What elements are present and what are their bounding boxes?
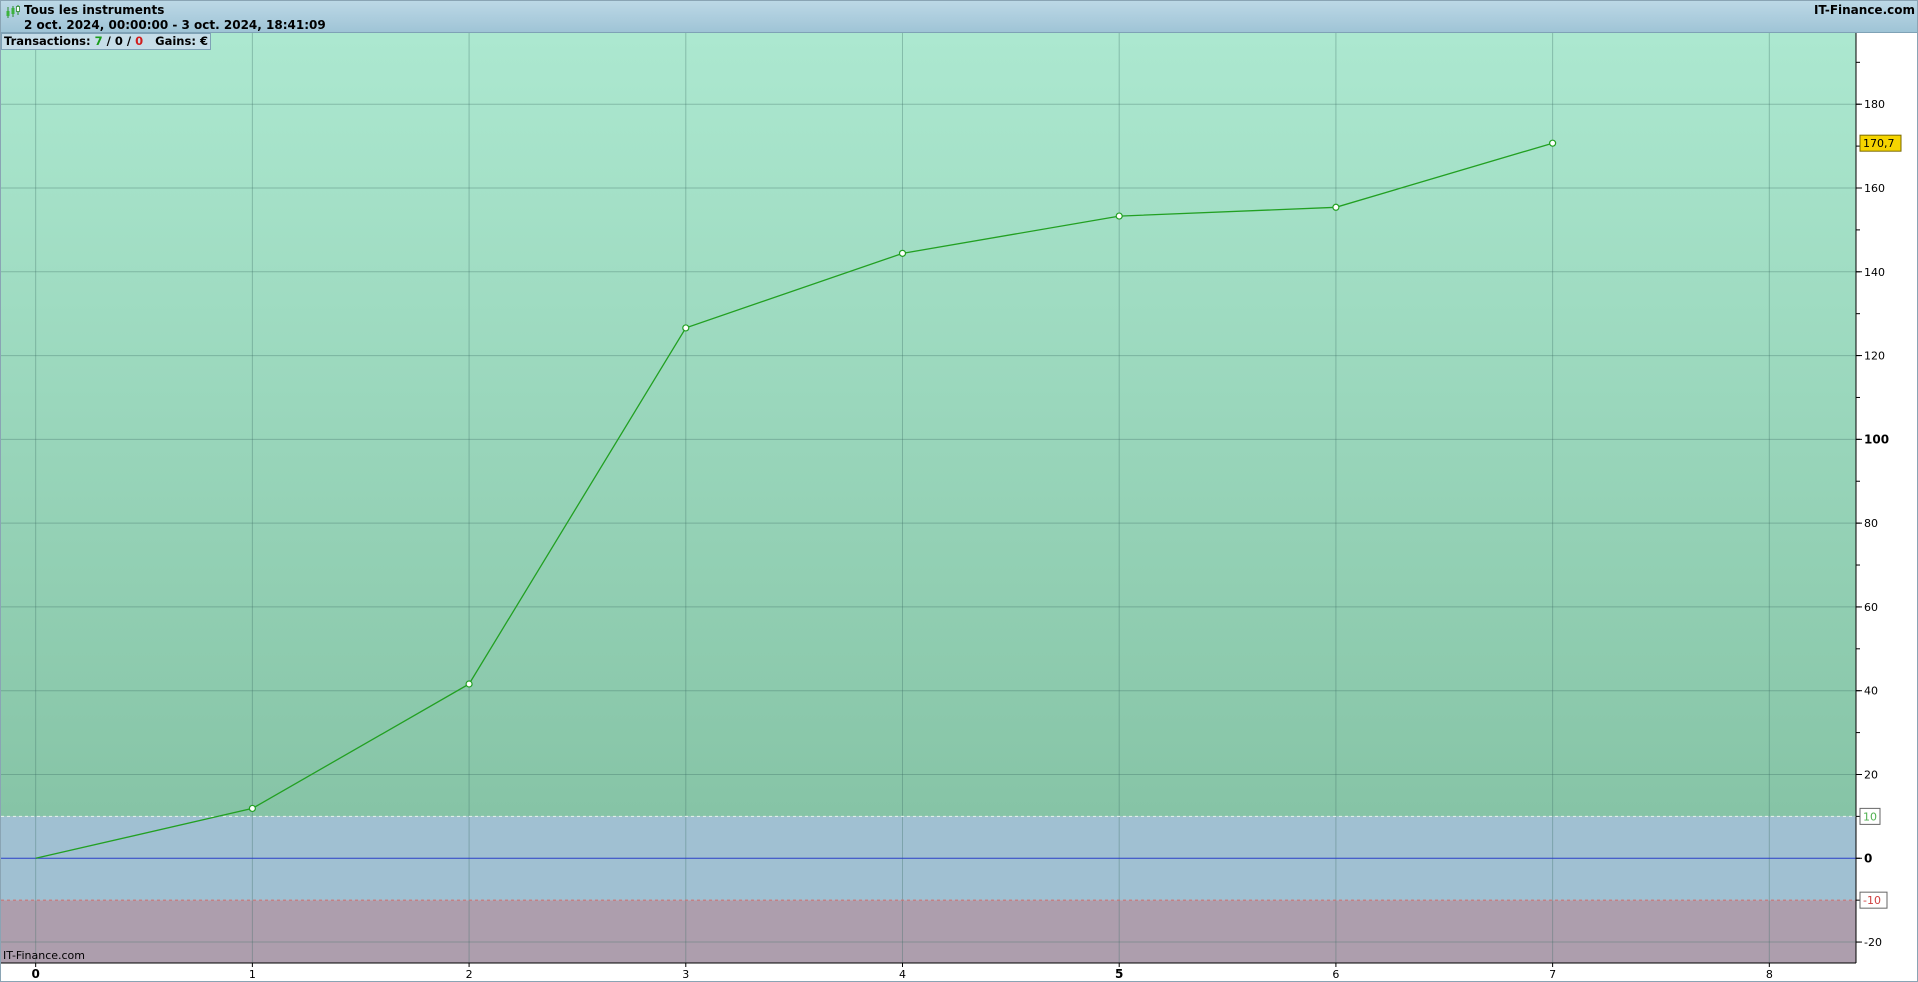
candlestick-chart-icon <box>6 5 20 18</box>
transactions-losing: 0 <box>135 34 144 48</box>
y-tick-label: 120 <box>1864 350 1885 363</box>
data-point <box>248 804 256 813</box>
data-point <box>1332 203 1340 211</box>
profit-zone <box>1 33 1856 817</box>
transactions-total: 7 <box>94 34 103 48</box>
footer-brand: IT-Finance.com <box>3 949 85 962</box>
y-tick-label: 40 <box>1864 685 1878 698</box>
y-tick-label: -20 <box>1864 936 1882 949</box>
x-tick-label: 6 <box>1332 968 1339 981</box>
data-point <box>1115 212 1123 220</box>
upper-threshold-badge-label: 10 <box>1863 810 1877 823</box>
x-tick-label: 3 <box>682 968 689 981</box>
gains-label: Gains: <box>155 34 196 48</box>
x-tick-label: 2 <box>466 968 473 981</box>
data-point <box>682 324 690 332</box>
date-range: 2 oct. 2024, 00:00:00 - 3 oct. 2024, 18:… <box>24 18 326 32</box>
separator: / <box>106 34 111 48</box>
last-value-badge-label: 170,7 <box>1863 137 1895 150</box>
chart-window: -20 0 20 40 60 80 100 120 140 160 180 0 1 2 3 4 5 6 7 8 10 -1… <box>0 0 1918 982</box>
loss-zone <box>1 900 1856 963</box>
y-tick-label: 0 <box>1864 851 1872 865</box>
y-tick-label: 140 <box>1864 266 1885 279</box>
x-tick-label: 1 <box>249 968 256 981</box>
transactions-label: Transactions: <box>4 34 91 48</box>
x-tick-label: 0 <box>31 967 39 981</box>
y-tick-label: 160 <box>1864 182 1885 195</box>
lower-threshold-badge-label: -10 <box>1863 894 1881 907</box>
transactions-neutral: 0 <box>114 34 123 48</box>
y-tick-label: 80 <box>1864 517 1878 530</box>
data-point <box>898 249 907 257</box>
gains-currency: € <box>199 34 208 48</box>
y-tick-label: 20 <box>1864 768 1878 781</box>
equity-chart: -20 0 20 40 60 80 100 120 140 160 180 0 1 2 3 4 5 6 7 8 10 -1… <box>1 33 1917 981</box>
y-tick-label: 60 <box>1864 601 1878 614</box>
data-point <box>465 680 473 688</box>
chart-title: Tous les instruments <box>24 3 165 17</box>
x-tick-label: 7 <box>1549 968 1556 981</box>
separator: / <box>126 34 132 48</box>
y-axis-area <box>1856 33 1917 981</box>
x-tick-label: 8 <box>1766 968 1773 981</box>
x-tick-label: 5 <box>1115 967 1123 981</box>
transactions-summary: Transactions: 7 / 0 / 0 Gains: € <box>1 33 211 50</box>
y-tick-label: 180 <box>1864 98 1885 111</box>
brand-label: IT-Finance.com <box>1813 3 1915 17</box>
data-point <box>1549 139 1557 147</box>
x-tick-label: 4 <box>899 968 906 981</box>
chart-header: Tous les instruments 2 oct. 2024, 00:00:… <box>1 1 1917 33</box>
x-axis-area <box>1 963 1856 981</box>
y-tick-label: 100 <box>1864 432 1889 446</box>
